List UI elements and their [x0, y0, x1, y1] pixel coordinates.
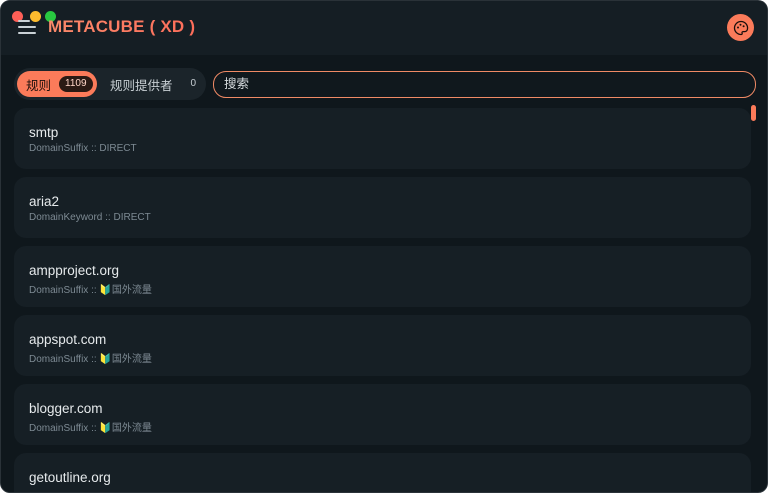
tabs-bar: 规则 1109 规则提供者 0: [14, 68, 206, 100]
rule-card[interactable]: ampproject.org DomainSuffix :: 🔰国外流量: [14, 246, 751, 307]
rule-card[interactable]: aria2 DomainKeyword :: DIRECT: [14, 177, 751, 238]
title-bar: METACUBE ( XD ): [1, 1, 767, 55]
tab-rules-count: 1109: [59, 76, 93, 92]
rule-card[interactable]: smtp DomainSuffix :: DIRECT: [14, 108, 751, 169]
rule-name: appspot.com: [29, 332, 107, 347]
theme-button[interactable]: [727, 14, 754, 41]
scrollbar-thumb[interactable]: [751, 105, 756, 121]
palette-icon: [733, 20, 748, 35]
rule-detail: DomainSuffix :: 🔰国外流量: [29, 423, 152, 434]
tab-rule-providers-count: 0: [190, 78, 197, 89]
rule-card[interactable]: appspot.com DomainSuffix :: 🔰国外流量: [14, 315, 751, 376]
rule-name: getoutline.org: [29, 470, 111, 485]
rule-name: aria2: [29, 194, 60, 209]
rule-detail: DomainSuffix :: 🔰国外流量: [29, 354, 152, 365]
app-title: METACUBE ( XD ): [48, 17, 196, 36]
rule-detail: DomainSuffix :: DIRECT: [29, 143, 137, 154]
rule-detail: DomainSuffix :: 🔰国外流量: [29, 285, 152, 296]
tab-rule-providers-label: 规则提供者: [110, 78, 173, 93]
rule-card[interactable]: getoutline.org: [14, 453, 751, 492]
rule-detail: DomainKeyword :: DIRECT: [29, 212, 151, 223]
rule-name: ampproject.org: [29, 263, 120, 278]
rule-card[interactable]: blogger.com DomainSuffix :: 🔰国外流量: [14, 384, 751, 445]
hamburger-menu-icon[interactable]: [18, 18, 36, 34]
tab-rules[interactable]: 规则 1109: [17, 71, 97, 97]
search-input[interactable]: 搜索: [213, 71, 756, 98]
rule-name: blogger.com: [29, 401, 103, 416]
rules-list: smtp DomainSuffix :: DIRECT aria2 Domain…: [14, 108, 751, 492]
app-window: METACUBE ( XD ) 规则 1109 规则提供者 0 搜索 smtp …: [0, 0, 768, 493]
tab-rules-label: 规则: [26, 78, 52, 93]
tab-rule-providers[interactable]: 规则提供者 0: [103, 71, 203, 97]
rule-name: smtp: [29, 125, 59, 140]
